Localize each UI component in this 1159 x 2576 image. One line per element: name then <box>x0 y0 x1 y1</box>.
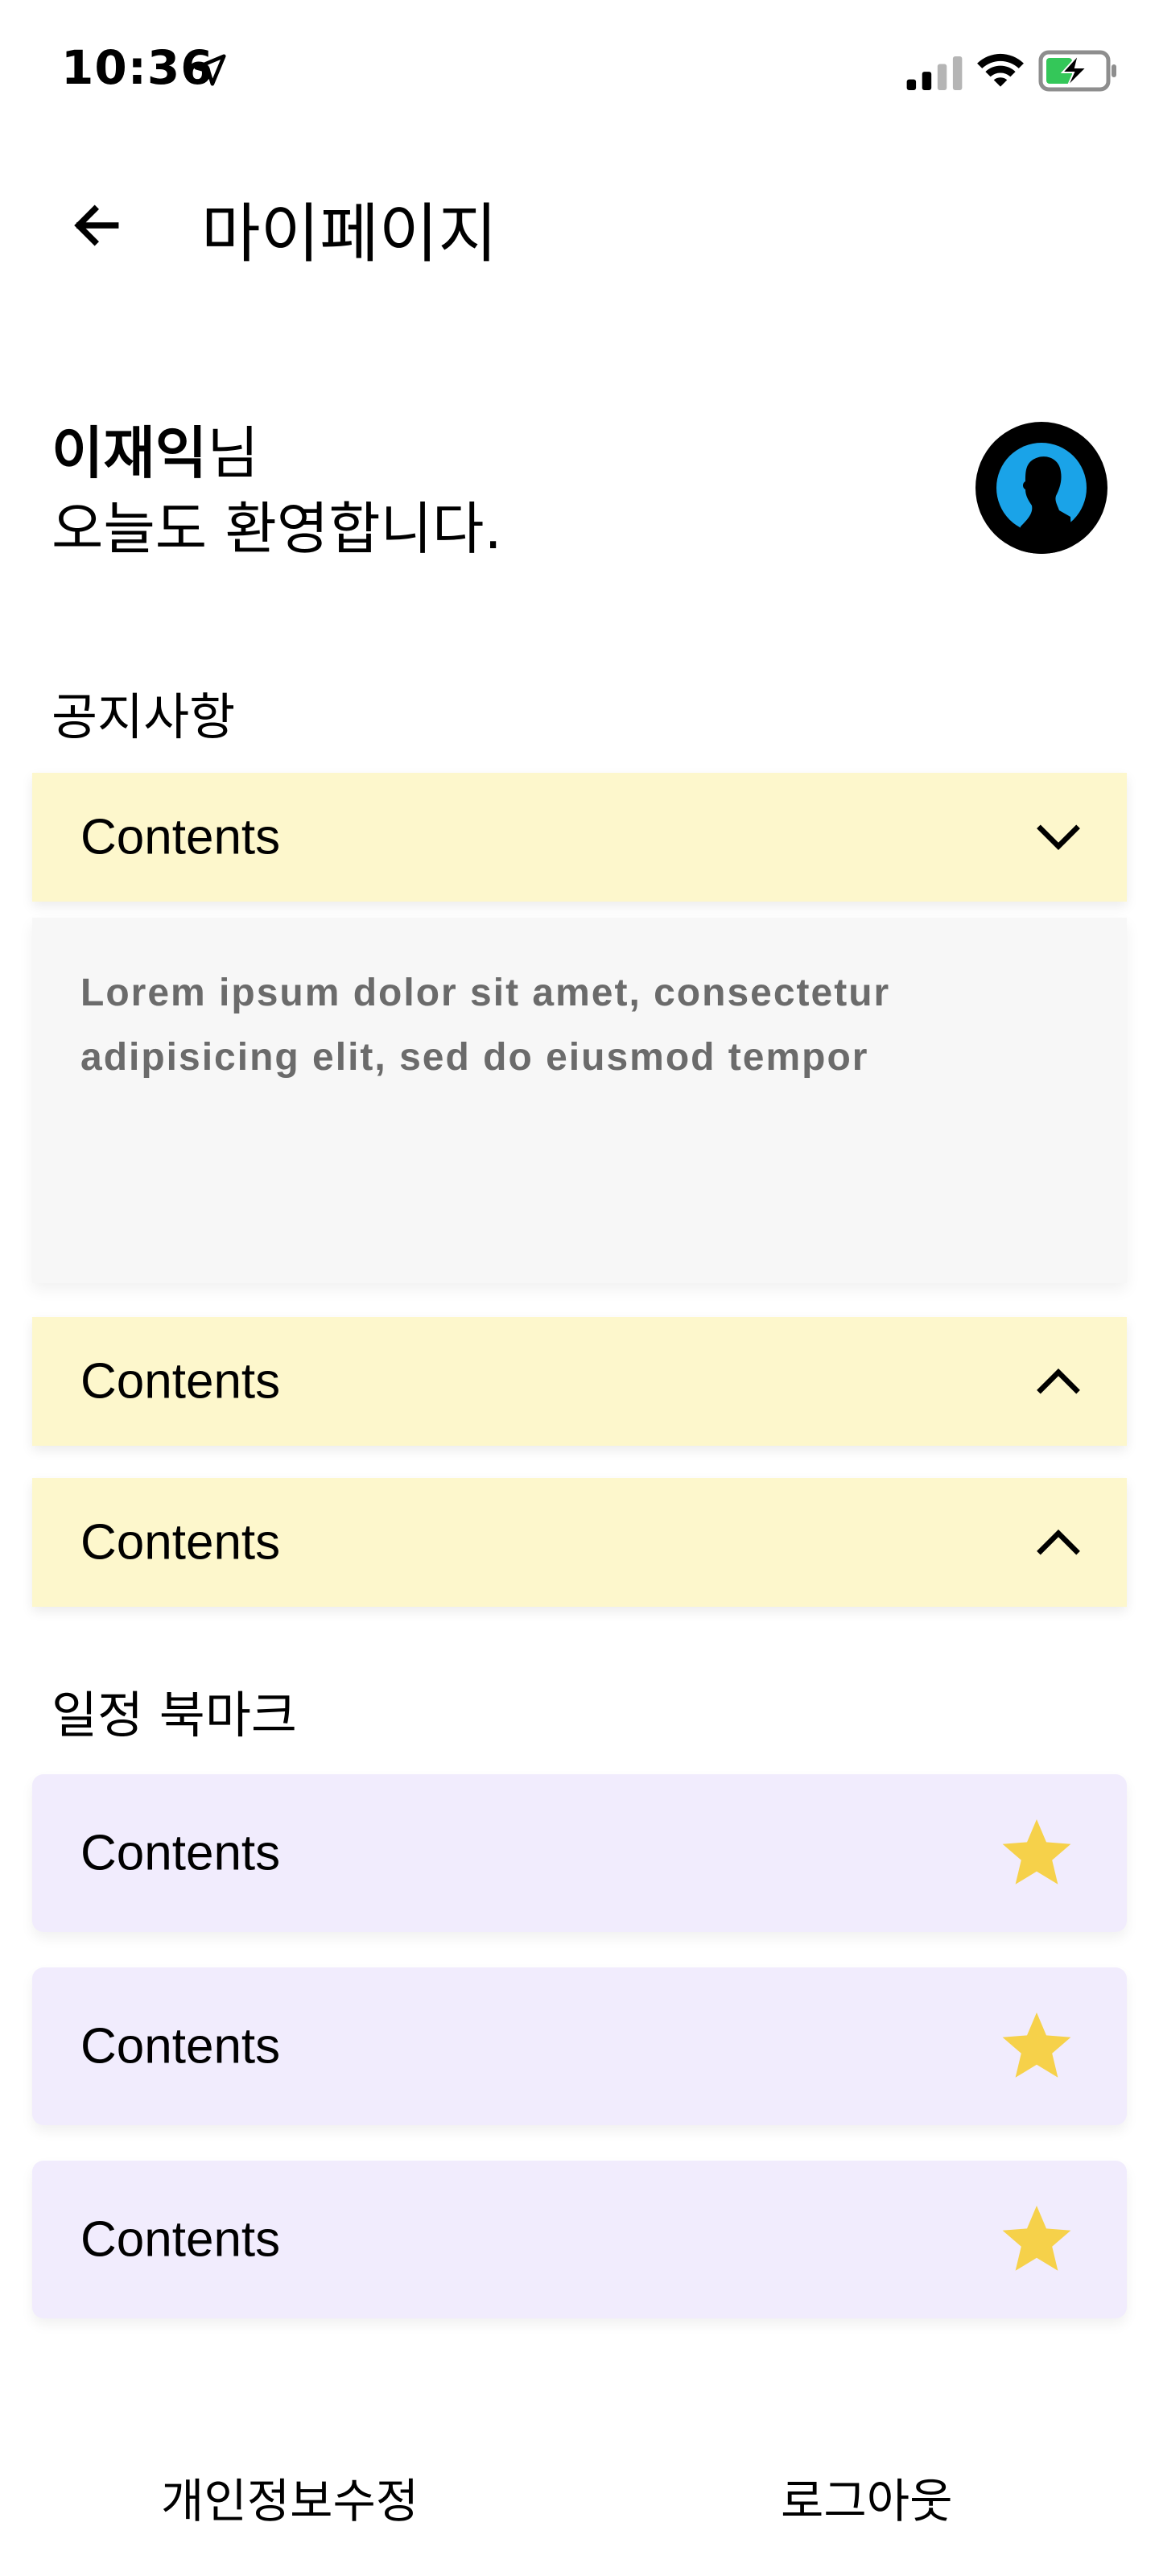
bookmark-item[interactable]: Contents <box>32 1967 1127 2125</box>
bookmark-item-label: Contents <box>80 2211 281 2268</box>
logout-button[interactable]: 로그아웃 <box>781 2463 952 2531</box>
notice-accordion-body: Lorem ipsum dolor sit amet, consectetur … <box>32 918 1127 1283</box>
bookmark-item[interactable]: Contents <box>32 1774 1127 1932</box>
chevron-down-icon <box>1037 824 1080 851</box>
notices-section-title: 공지사항 <box>52 687 236 746</box>
chevron-up-icon <box>1037 1368 1080 1394</box>
notice-body-text: Lorem ipsum dolor sit amet, consectetur … <box>80 972 891 1079</box>
notice-item-label: Contents <box>80 809 281 865</box>
bookmark-item-label: Contents <box>80 2018 281 2074</box>
user-name: 이재익 <box>52 420 208 486</box>
notice-accordion-header[interactable]: Contents <box>32 773 1127 902</box>
wifi-icon <box>977 53 1024 87</box>
location-arrow-icon <box>194 54 226 86</box>
greeting-line-1: 이재익님 <box>52 415 502 491</box>
bookmarks-section-title: 일정 북마크 <box>52 1686 297 1744</box>
notice-item-label: Contents <box>80 1514 281 1571</box>
chevron-up-icon <box>1037 1529 1080 1555</box>
star-icon[interactable] <box>998 2201 1075 2278</box>
page-title: 마이페이지 <box>201 196 497 271</box>
notice-accordion-header[interactable]: Contents <box>32 1317 1127 1446</box>
notice-accordion-header[interactable]: Contents <box>32 1478 1127 1607</box>
back-button[interactable] <box>64 193 129 258</box>
edit-profile-button[interactable]: 개인정보수정 <box>161 2463 419 2531</box>
user-silhouette-icon <box>996 443 1087 554</box>
honorific-suffix: 님 <box>207 420 259 486</box>
star-icon[interactable] <box>998 2008 1075 2085</box>
bookmark-item-label: Contents <box>80 1825 281 1881</box>
bookmark-item[interactable]: Contents <box>32 2161 1127 2318</box>
greeting: 이재익님 오늘도 환영합니다. <box>52 415 502 567</box>
arrow-left-icon <box>74 204 119 246</box>
greeting-line-2: 오늘도 환영합니다. <box>52 496 502 562</box>
cellular-signal-icon <box>906 56 963 90</box>
notice-item-label: Contents <box>80 1353 281 1410</box>
battery-charging-icon <box>1038 50 1116 92</box>
star-icon[interactable] <box>998 1814 1075 1892</box>
status-bar: 10:36 <box>0 0 1159 137</box>
avatar[interactable] <box>975 422 1107 554</box>
